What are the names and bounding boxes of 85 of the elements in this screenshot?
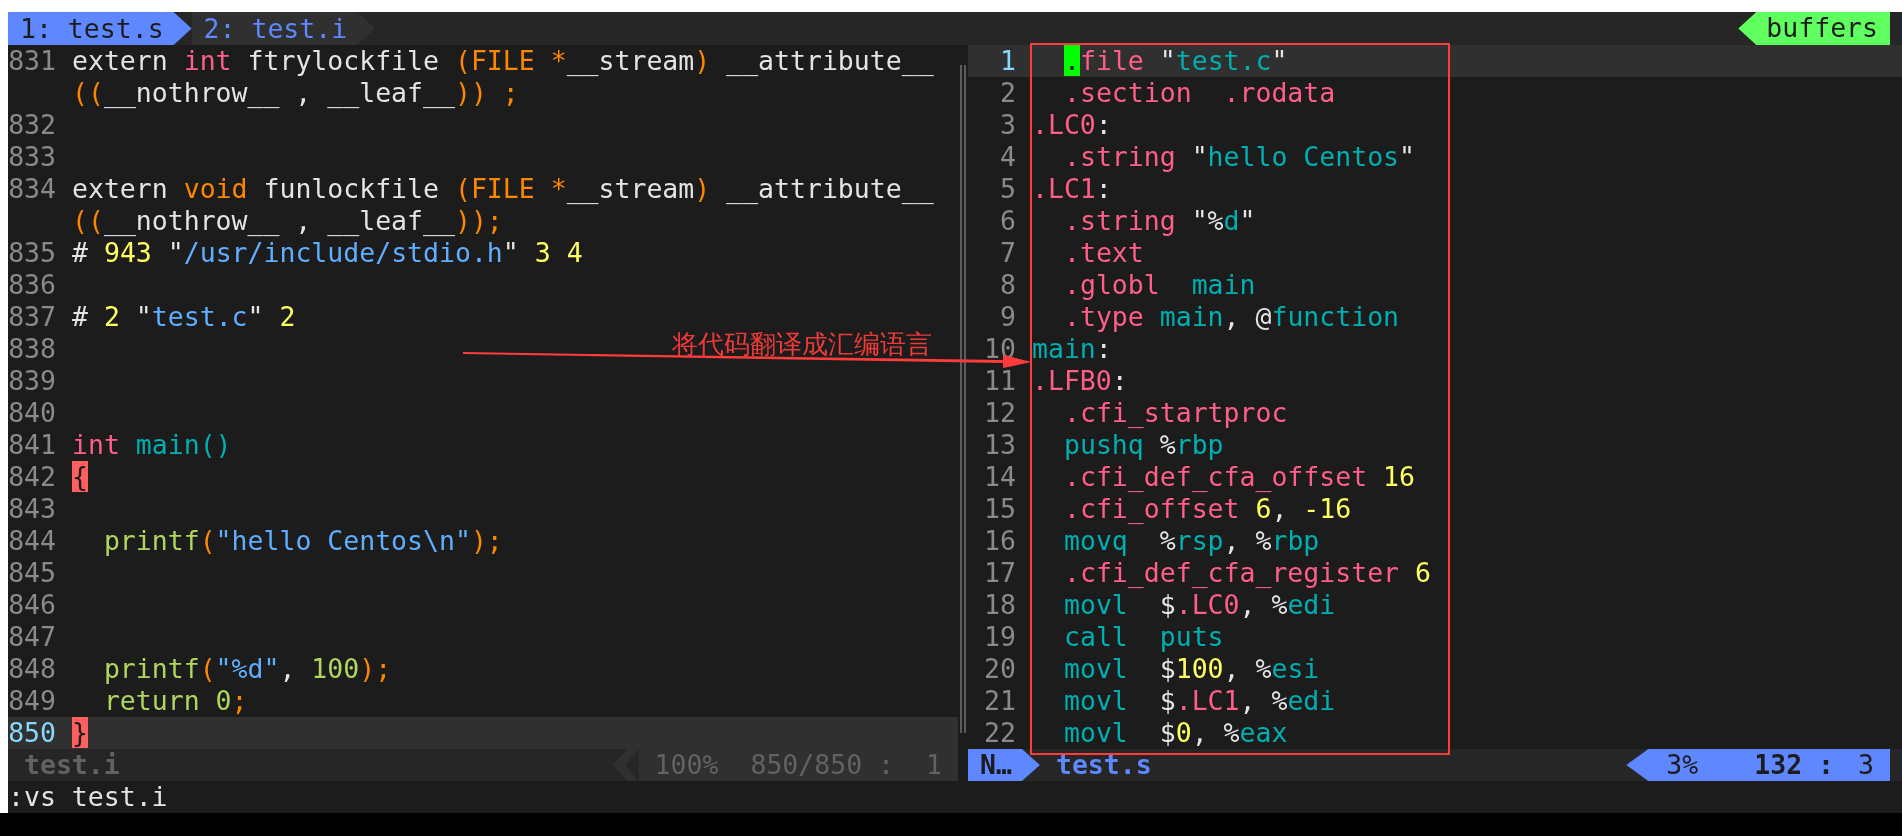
code-line: .cfi_def_cfa_register 6 xyxy=(1064,557,1431,589)
code-line: movl $0, %eax xyxy=(1064,717,1288,749)
code-line: call puts xyxy=(1064,621,1224,653)
mode-indicator: N… xyxy=(968,749,1040,781)
line-number: 835 xyxy=(8,237,56,268)
line-number: 831 xyxy=(8,45,56,76)
line-number: 849 xyxy=(8,685,56,716)
line-number: 10 xyxy=(984,333,1016,364)
line-number: 833 xyxy=(8,141,56,172)
line-number: 20 xyxy=(984,653,1016,684)
code-line: .cfi_def_cfa_offset 16 xyxy=(1064,461,1415,493)
code-line: return 0; xyxy=(102,685,248,717)
code-line: ((__nothrow__ , __leaf__)); xyxy=(72,205,503,237)
line-number: 832 xyxy=(8,109,56,140)
line-number: 13 xyxy=(984,429,1016,460)
line-number: 21 xyxy=(984,685,1016,716)
code-line: .text xyxy=(1064,237,1144,269)
code-line: .file "test.c" xyxy=(1064,45,1288,77)
line-number: 16 xyxy=(984,525,1016,556)
line-number: 5 xyxy=(1000,173,1016,204)
line-number: 836 xyxy=(8,269,56,300)
line-number: 845 xyxy=(8,557,56,588)
status-position: 132 : xyxy=(1754,749,1835,781)
line-number: 842 xyxy=(8,461,56,492)
code-line: extern void funlockfile (FILE *__stream) __attribute__ xyxy=(72,173,934,205)
code-line: .string "%d" xyxy=(1064,205,1256,237)
line-number: 7 xyxy=(1000,237,1016,268)
line-number: 15 xyxy=(984,493,1016,524)
code-line: int main() xyxy=(72,429,232,461)
status-filename: test.s xyxy=(1055,749,1152,781)
line-number: 6 xyxy=(1000,205,1016,236)
status-percent: 3% xyxy=(1666,749,1699,781)
line-number: 1 xyxy=(1000,45,1016,76)
line-number: 841 xyxy=(8,429,56,460)
code-line: .section .rodata xyxy=(1064,77,1336,109)
code-line: movq %rsp, %rbp xyxy=(1064,525,1320,557)
code-line: printf("%d", 100); xyxy=(102,653,392,685)
annotation-label: 将代码翻译成汇编语言 xyxy=(672,328,932,360)
line-number: 4 xyxy=(1000,141,1016,172)
line-number: 8 xyxy=(1000,269,1016,300)
code-line: .type main, @function xyxy=(1064,301,1400,333)
line-number: 834 xyxy=(8,173,56,204)
line-number: 18 xyxy=(984,589,1016,620)
code-line: .LC1: xyxy=(1032,173,1112,205)
code-line: movl $.LC0, %edi xyxy=(1064,589,1336,621)
line-number: 840 xyxy=(8,397,56,428)
line-number: 22 xyxy=(984,717,1016,748)
code-line: printf("hello Centos\n"); xyxy=(102,525,503,557)
status-column: 3 xyxy=(1858,749,1874,781)
code-line: extern int ftrylockfile (FILE *__stream) __attribute__ xyxy=(72,45,934,77)
line-number: 838 xyxy=(8,333,56,364)
line-number: 9 xyxy=(1000,301,1016,332)
code-line: .cfi_startproc xyxy=(1064,397,1288,429)
code-line: main: xyxy=(1032,333,1112,365)
code-line: movl $100, %esi xyxy=(1064,653,1320,685)
code-line: # 2 "test.c" 2 xyxy=(72,301,296,333)
line-number: 843 xyxy=(8,493,56,524)
command-line[interactable]: :vs test.i xyxy=(8,781,168,813)
line-number: 17 xyxy=(984,557,1016,588)
status-filename: test.i xyxy=(24,749,120,781)
line-number: 19 xyxy=(984,621,1016,652)
code-line: .globl main xyxy=(1064,269,1256,301)
tab[interactable]: 1: test.s xyxy=(8,12,192,45)
code-line: .string "hello Centos" xyxy=(1064,141,1416,173)
code-line: ((__nothrow__ , __leaf__)) ; xyxy=(72,77,519,109)
line-number: 850 xyxy=(8,717,56,748)
line-number: 844 xyxy=(8,525,56,556)
line-number: 2 xyxy=(1000,77,1016,108)
line-number: 12 xyxy=(984,397,1016,428)
line-number: 847 xyxy=(8,621,56,652)
code-line: pushq %rbp xyxy=(1064,429,1224,461)
code-line: .cfi_offset 6, -16 xyxy=(1064,493,1352,525)
line-number: 839 xyxy=(8,365,56,396)
tab[interactable]: 2: test.i xyxy=(191,12,376,45)
code-line: .LFB0: xyxy=(1032,365,1128,397)
code-line: # 943 "/usr/include/stdio.h" 3 4 xyxy=(72,237,583,269)
line-number: 14 xyxy=(984,461,1016,492)
line-number: 3 xyxy=(1000,109,1016,140)
code-line: .LC0: xyxy=(1032,109,1112,141)
code-line: movl $.LC1, %edi xyxy=(1064,685,1336,717)
line-number: 837 xyxy=(8,301,56,332)
line-number: 11 xyxy=(984,365,1016,396)
buffers-label: buffers xyxy=(1738,12,1890,45)
line-number: 846 xyxy=(8,589,56,620)
line-number: 848 xyxy=(8,653,56,684)
